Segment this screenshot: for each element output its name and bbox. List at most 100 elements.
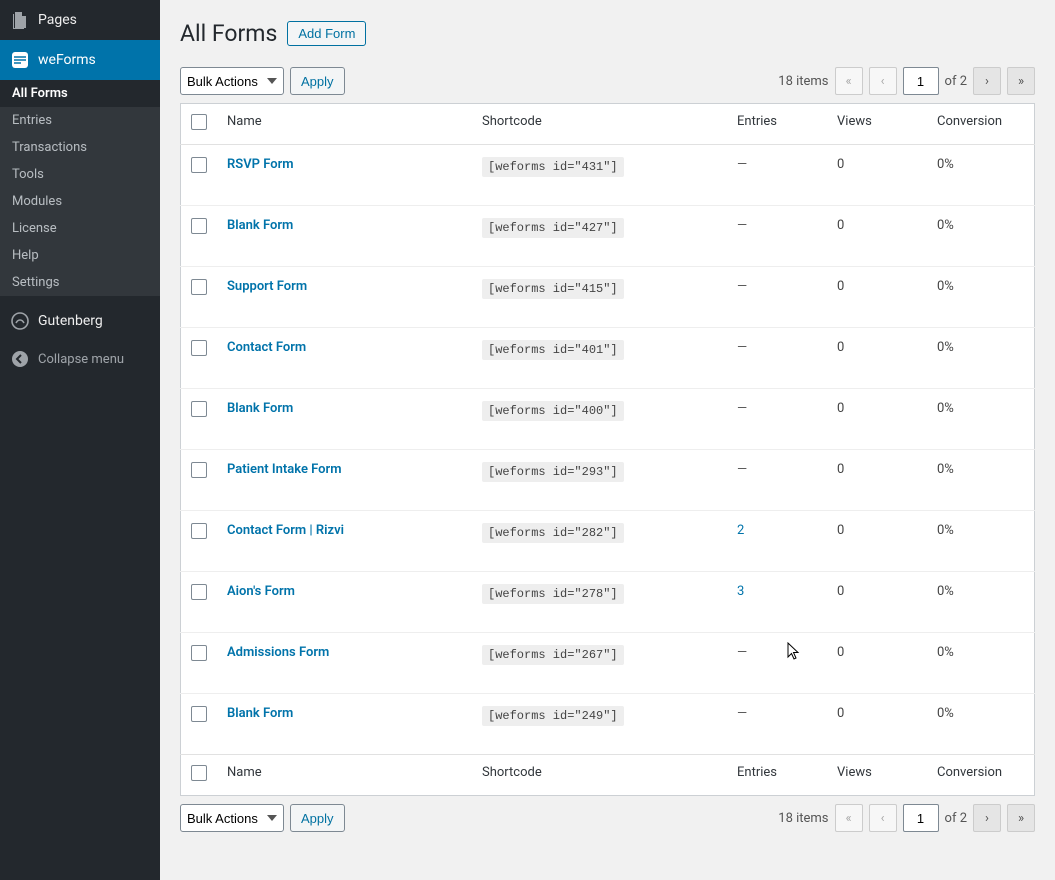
row-checkbox[interactable] — [191, 401, 207, 417]
conversion-value: 0% — [927, 206, 1035, 267]
form-name-link[interactable]: Blank Form — [227, 706, 293, 721]
col-entries-header: Entries — [727, 104, 827, 145]
submenu-item[interactable]: Tools — [0, 161, 160, 188]
submenu-item[interactable]: Transactions — [0, 134, 160, 161]
menu-gutenberg[interactable]: Gutenberg — [0, 301, 160, 341]
prev-page-button[interactable]: ‹ — [869, 67, 897, 95]
bulk-select-top[interactable]: Bulk Actions — [180, 67, 284, 95]
shortcode-value[interactable]: [weforms id="278"] — [482, 584, 624, 604]
last-page-button-bottom[interactable]: » — [1007, 804, 1035, 832]
submenu-item[interactable]: Settings — [0, 269, 160, 296]
page-of-text: of 2 — [945, 74, 967, 89]
entries-value: — — [737, 340, 747, 355]
next-page-button-bottom[interactable]: › — [973, 804, 1001, 832]
form-name-link[interactable]: RSVP Form — [227, 157, 294, 172]
entries-link[interactable]: 2 — [737, 523, 744, 538]
conversion-value: 0% — [927, 694, 1035, 755]
collapse-menu[interactable]: Collapse menu — [0, 341, 160, 377]
items-count: 18 items — [778, 74, 828, 89]
forms-table: Name Shortcode Entries Views Conversion … — [180, 103, 1035, 796]
table-row: Aion's Form[weforms id="278"]300% — [181, 572, 1035, 633]
conversion-value: 0% — [927, 328, 1035, 389]
form-name-link[interactable]: Admissions Form — [227, 645, 329, 660]
form-name-link[interactable]: Aion's Form — [227, 584, 295, 599]
first-page-button[interactable]: « — [835, 67, 863, 95]
row-checkbox[interactable] — [191, 218, 207, 234]
submenu-item[interactable]: Modules — [0, 188, 160, 215]
select-all-top[interactable] — [191, 114, 207, 130]
table-row: Support Form[weforms id="415"]—00% — [181, 267, 1035, 328]
admin-sidebar: Pages weForms All FormsEntriesTransactio… — [0, 0, 160, 880]
submenu-item[interactable]: Entries — [0, 107, 160, 134]
entries-value: — — [737, 401, 747, 416]
tablenav-bottom: Bulk Actions Apply 18 items « ‹ of 2 › » — [180, 804, 1035, 832]
shortcode-value[interactable]: [weforms id="293"] — [482, 462, 624, 482]
bulk-apply-top[interactable]: Apply — [290, 67, 345, 95]
submenu-item[interactable]: License — [0, 215, 160, 242]
row-checkbox[interactable] — [191, 706, 207, 722]
form-name-link[interactable]: Blank Form — [227, 401, 293, 416]
views-value: 0 — [827, 633, 927, 694]
submenu-item[interactable]: Help — [0, 242, 160, 269]
form-name-link[interactable]: Blank Form — [227, 218, 293, 233]
row-checkbox[interactable] — [191, 462, 207, 478]
col-views-header: Views — [827, 104, 927, 145]
last-page-button[interactable]: » — [1007, 67, 1035, 95]
table-row: Blank Form[weforms id="427"]—00% — [181, 206, 1035, 267]
page-input-bottom[interactable] — [903, 804, 939, 832]
shortcode-value[interactable]: [weforms id="282"] — [482, 523, 624, 543]
shortcode-value[interactable]: [weforms id="427"] — [482, 218, 624, 238]
page-input[interactable] — [903, 67, 939, 95]
col-name-footer[interactable]: Name — [217, 755, 472, 796]
row-checkbox[interactable] — [191, 157, 207, 173]
views-value: 0 — [827, 572, 927, 633]
next-page-button[interactable]: › — [973, 67, 1001, 95]
form-name-link[interactable]: Support Form — [227, 279, 307, 294]
select-all-bottom[interactable] — [191, 765, 207, 781]
weforms-icon — [10, 50, 30, 70]
entries-value: — — [737, 706, 747, 721]
menu-weforms-label: weForms — [38, 52, 96, 68]
bulk-select-bottom[interactable]: Bulk Actions — [180, 804, 284, 832]
shortcode-value[interactable]: [weforms id="401"] — [482, 340, 624, 360]
main-content: All Forms Add Form Bulk Actions Apply 18… — [160, 0, 1055, 880]
table-row: Admissions Form [weforms id="267"] — 00% — [181, 633, 1035, 694]
form-name-link[interactable]: Contact Form | Rizvi — [227, 523, 344, 538]
col-views-footer: Views — [827, 755, 927, 796]
col-shortcode-footer: Shortcode — [472, 755, 727, 796]
row-checkbox[interactable] — [191, 279, 207, 295]
pages-icon — [10, 10, 30, 30]
shortcode-value[interactable]: [weforms id="267"] — [482, 645, 624, 665]
views-value: 0 — [827, 389, 927, 450]
bulk-apply-bottom[interactable]: Apply — [290, 804, 345, 832]
menu-pages[interactable]: Pages — [0, 0, 160, 40]
entries-value: — — [737, 157, 747, 172]
submenu-item[interactable]: All Forms — [0, 80, 160, 107]
entries-link[interactable]: 3 — [737, 584, 744, 599]
menu-weforms[interactable]: weForms — [0, 40, 160, 80]
views-value: 0 — [827, 328, 927, 389]
add-form-button[interactable]: Add Form — [287, 21, 366, 46]
menu-gutenberg-label: Gutenberg — [38, 313, 103, 329]
shortcode-value[interactable]: [weforms id="400"] — [482, 401, 624, 421]
form-name-link[interactable]: Contact Form — [227, 340, 306, 355]
shortcode-value[interactable]: [weforms id="249"] — [482, 706, 624, 726]
views-value: 0 — [827, 206, 927, 267]
form-name-link[interactable]: Patient Intake Form — [227, 462, 342, 477]
table-row: RSVP Form[weforms id="431"]—00% — [181, 145, 1035, 206]
shortcode-value[interactable]: [weforms id="431"] — [482, 157, 624, 177]
prev-page-button-bottom[interactable]: ‹ — [869, 804, 897, 832]
conversion-value: 0% — [927, 511, 1035, 572]
entries-value: — — [737, 645, 747, 660]
shortcode-value[interactable]: [weforms id="415"] — [482, 279, 624, 299]
col-name-header[interactable]: Name — [217, 104, 472, 145]
page-heading: All Forms Add Form — [180, 20, 1035, 47]
row-checkbox[interactable] — [191, 645, 207, 661]
views-value: 0 — [827, 450, 927, 511]
row-checkbox[interactable] — [191, 584, 207, 600]
row-checkbox[interactable] — [191, 523, 207, 539]
row-checkbox[interactable] — [191, 340, 207, 356]
first-page-button-bottom[interactable]: « — [835, 804, 863, 832]
table-row: Blank Form[weforms id="400"]—00% — [181, 389, 1035, 450]
conversion-value: 0% — [927, 633, 1035, 694]
